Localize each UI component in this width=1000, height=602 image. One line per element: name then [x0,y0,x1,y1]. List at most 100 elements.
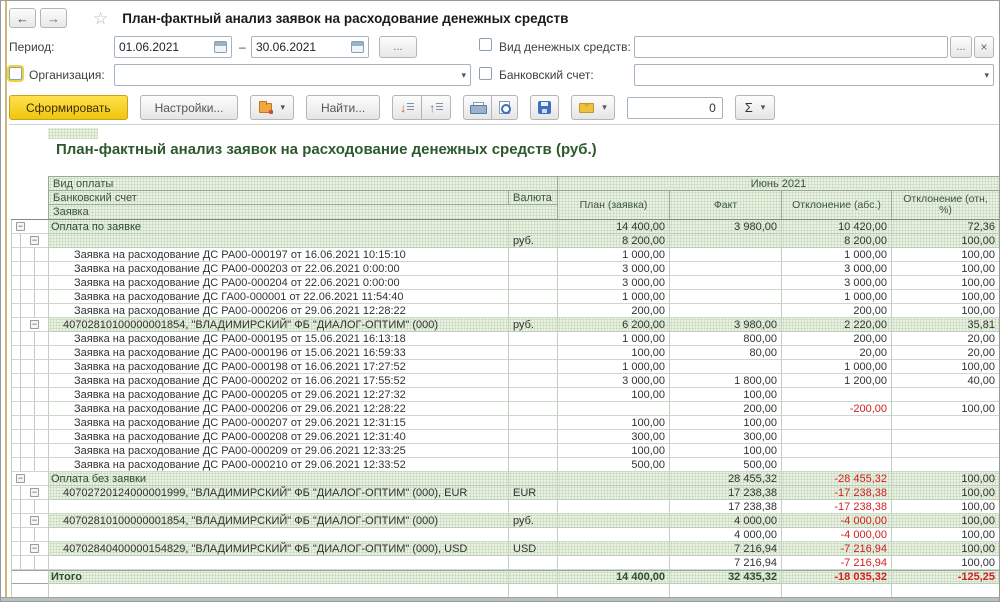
row-fact-cell[interactable]: 7 216,94 [669,542,781,556]
row-currency-cell[interactable] [508,276,557,290]
chevron-down-icon[interactable]: ▾ [757,102,766,113]
row-dev-rel-cell[interactable]: 100,00 [891,262,1000,276]
row-dev-rel-cell[interactable] [891,444,1000,458]
row-name-cell[interactable] [48,556,508,570]
report-row[interactable]: Заявка на расходование ДС РА00-000202 от… [11,374,1000,388]
row-plan-cell[interactable]: 1 000,00 [557,248,669,262]
row-name-cell[interactable]: Оплата по заявке [48,220,508,234]
row-fact-cell[interactable] [669,234,781,248]
row-plan-cell[interactable] [557,472,669,486]
row-dev-rel-cell[interactable]: 100,00 [891,472,1000,486]
date-to-input[interactable] [251,36,369,58]
row-name-cell[interactable]: Заявка на расходование ДС РА00-000203 от… [48,262,508,276]
row-fact-cell[interactable]: 4 000,00 [669,528,781,542]
row-dev-abs-cell[interactable] [781,430,891,444]
row-name-cell[interactable]: 40702810100000001854, "ВЛАДИМИРСКИЙ" ФБ … [48,514,508,528]
row-dev-rel-cell[interactable]: 40,00 [891,374,1000,388]
row-fact-cell[interactable]: 80,00 [669,346,781,360]
row-fact-cell[interactable]: 1 800,00 [669,374,781,388]
collapse-icon[interactable]: − [30,516,39,525]
row-fact-cell[interactable]: 32 435,32 [669,570,781,584]
row-fact-cell[interactable] [669,248,781,262]
row-plan-cell[interactable]: 100,00 [557,416,669,430]
organization-combo[interactable]: ▾ [114,64,471,86]
row-currency-cell[interactable]: EUR [508,486,557,500]
row-dev-abs-cell[interactable]: -17 238,38 [781,500,891,514]
cash-kind-select-button[interactable]: ... [950,36,972,58]
calendar-icon[interactable] [214,41,227,53]
collapse-icon[interactable]: − [30,544,39,553]
row-currency-cell[interactable] [508,248,557,262]
row-dev-abs-cell[interactable]: 1 200,00 [781,374,891,388]
row-fact-cell[interactable]: 100,00 [669,444,781,458]
row-plan-cell[interactable]: 500,00 [557,458,669,472]
row-plan-cell[interactable]: 14 400,00 [557,570,669,584]
report-row[interactable]: Заявка на расходование ДС РА00-000196 от… [11,346,1000,360]
collapse-icon[interactable]: − [30,320,39,329]
chevron-down-icon[interactable]: ▾ [276,102,285,113]
row-currency-cell[interactable] [508,458,557,472]
row-dev-abs-cell[interactable] [781,416,891,430]
print-preview-button[interactable] [492,95,518,120]
row-dev-rel-cell[interactable] [891,458,1000,472]
row-currency-cell[interactable] [508,402,557,416]
row-dev-rel-cell[interactable]: 20,00 [891,346,1000,360]
report-row[interactable]: Заявка на расходование ДС РА00-000197 от… [11,248,1000,262]
report-row[interactable]: Заявка на расходование ДС РА00-000205 от… [11,388,1000,402]
row-name-cell[interactable]: Заявка на расходование ДС РА00-000210 от… [48,458,508,472]
row-dev-rel-cell[interactable] [891,584,1000,598]
row-currency-cell[interactable] [508,388,557,402]
report-row[interactable]: −40702840400000154829, "ВЛАДИМИРСКИЙ" ФБ… [11,542,1000,556]
row-dev-rel-cell[interactable]: 72,36 [891,220,1000,234]
row-currency-cell[interactable] [508,290,557,304]
report-row[interactable]: 7 216,94-7 216,94100,00 [11,556,1000,570]
row-fact-cell[interactable] [669,360,781,374]
report-row[interactable]: Заявка на расходование ДС РА00-000198 от… [11,360,1000,374]
row-dev-rel-cell[interactable]: 100,00 [891,528,1000,542]
row-fact-cell[interactable]: 28 455,32 [669,472,781,486]
row-plan-cell[interactable] [557,528,669,542]
row-fact-cell[interactable]: 100,00 [669,388,781,402]
row-currency-cell[interactable] [508,430,557,444]
row-dev-rel-cell[interactable]: 100,00 [891,542,1000,556]
row-fact-cell[interactable] [669,304,781,318]
row-currency-cell[interactable] [508,416,557,430]
row-plan-cell[interactable] [557,402,669,416]
row-dev-abs-cell[interactable]: 200,00 [781,304,891,318]
row-fact-cell[interactable]: 3 980,00 [669,220,781,234]
row-name-cell[interactable]: Итого [48,570,508,584]
forward-button[interactable]: → [40,8,67,28]
row-name-cell[interactable]: Заявка на расходование ДС РА00-000205 от… [48,388,508,402]
row-dev-abs-cell[interactable]: 10 420,00 [781,220,891,234]
row-dev-rel-cell[interactable]: 100,00 [891,360,1000,374]
row-plan-cell[interactable] [557,542,669,556]
row-dev-rel-cell[interactable]: 100,00 [891,402,1000,416]
row-dev-abs-cell[interactable]: 8 200,00 [781,234,891,248]
find-button[interactable]: Найти... [306,95,380,120]
row-currency-cell[interactable] [508,570,557,584]
row-dev-rel-cell[interactable]: 100,00 [891,234,1000,248]
chevron-down-icon[interactable]: ▾ [598,102,607,113]
row-dev-abs-cell[interactable]: 1 000,00 [781,290,891,304]
bank-account-checkbox[interactable] [479,67,492,80]
report-row[interactable]: Заявка на расходование ДС РА00-000203 от… [11,262,1000,276]
row-fact-cell[interactable]: 500,00 [669,458,781,472]
row-name-cell[interactable]: 40702720124000001999, "ВЛАДИМИРСКИЙ" ФБ … [48,486,508,500]
row-dev-abs-cell[interactable]: 3 000,00 [781,276,891,290]
row-dev-abs-cell[interactable]: -18 035,32 [781,570,891,584]
row-name-cell[interactable]: Заявка на расходование ДС РА00-000208 от… [48,430,508,444]
row-currency-cell[interactable] [508,332,557,346]
row-plan-cell[interactable]: 8 200,00 [557,234,669,248]
row-name-cell[interactable] [48,234,508,248]
row-dev-rel-cell[interactable] [891,388,1000,402]
row-plan-cell[interactable] [557,500,669,514]
row-plan-cell[interactable]: 200,00 [557,304,669,318]
row-plan-cell[interactable]: 3 000,00 [557,276,669,290]
cash-kind-checkbox[interactable] [479,38,492,51]
row-name-cell[interactable]: Оплата без заявки [48,472,508,486]
chevron-down-icon[interactable]: ▾ [980,70,989,81]
report-row[interactable]: −руб.8 200,008 200,00100,00 [11,234,1000,248]
row-name-cell[interactable]: Заявка на расходование ДС РА00-000197 от… [48,248,508,262]
row-currency-cell[interactable] [508,444,557,458]
generate-button[interactable]: Сформировать [9,95,128,120]
